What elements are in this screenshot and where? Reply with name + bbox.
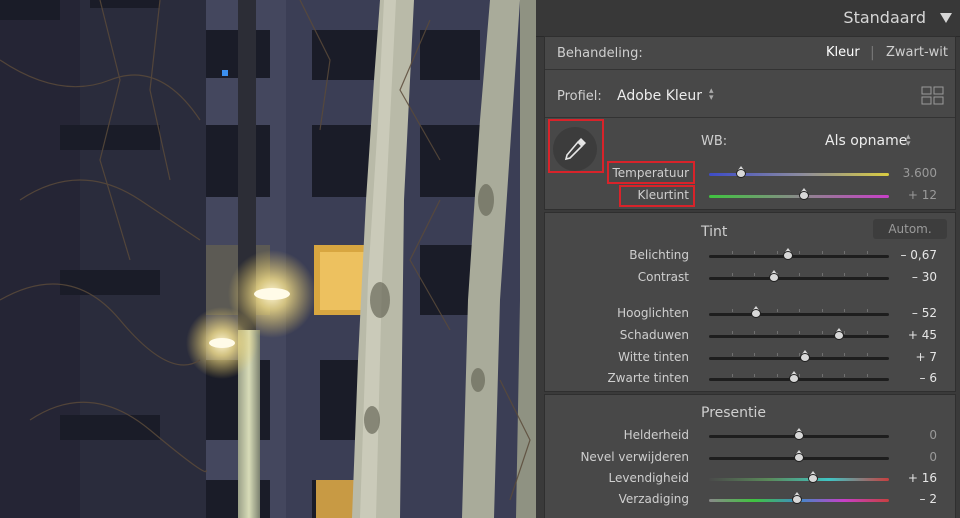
profile-label: Profiel: bbox=[557, 89, 602, 104]
slider-row-verzadiging: Verzadiging – 2 bbox=[545, 491, 955, 509]
slider-ticks bbox=[709, 273, 889, 276]
profile-select[interactable]: Adobe Kleur bbox=[617, 88, 702, 104]
presence-section: Presentie Helderheid 0 Nevel verwijderen 0 L… bbox=[544, 394, 956, 518]
tone-title: Tint bbox=[701, 224, 728, 240]
slider-track[interactable] bbox=[709, 248, 889, 260]
collapse-triangle-icon[interactable] bbox=[940, 13, 952, 23]
slider-row-zwarte-tinten: Zwarte tinten – 6 bbox=[545, 370, 955, 388]
slider-value[interactable]: 0 bbox=[929, 428, 937, 442]
wb-updown-icon[interactable]: ▴ ▾ bbox=[906, 133, 911, 149]
slider-value[interactable]: – 52 bbox=[912, 306, 937, 320]
slider-ticks bbox=[709, 331, 889, 334]
slider-value[interactable]: + 7 bbox=[915, 350, 937, 364]
treatment-bw-option[interactable]: Zwart-wit bbox=[886, 45, 948, 60]
temperature-highlight-box bbox=[607, 161, 695, 184]
slider-row-hooglichten: Hooglichten – 52 bbox=[545, 305, 955, 323]
slider-ticks bbox=[709, 309, 889, 312]
slider-track[interactable] bbox=[709, 492, 889, 504]
treatment-color-option[interactable]: Kleur bbox=[826, 45, 860, 60]
panel-title: Standaard bbox=[843, 8, 926, 27]
slider-value[interactable]: + 12 bbox=[908, 188, 937, 202]
panel-header[interactable]: Standaard bbox=[536, 0, 960, 37]
basic-section: Behandeling: Kleur | Zwart-wit Profiel: … bbox=[544, 36, 956, 210]
tone-section: Tint Autom. Belichting – 0,67 Contrast – 30… bbox=[544, 212, 956, 392]
slider-label: Nevel verwijderen bbox=[580, 450, 689, 464]
slider-ticks bbox=[709, 251, 889, 254]
develop-panel: Standaard Behandeling: Kleur | Zwart-wit… bbox=[536, 0, 960, 518]
slider-row-belichting: Belichting – 0,67 bbox=[545, 247, 955, 265]
tint-thumb[interactable] bbox=[799, 188, 810, 200]
photo-canvas bbox=[0, 0, 536, 518]
slider-thumb[interactable] bbox=[792, 492, 803, 504]
slider-track[interactable] bbox=[709, 270, 889, 282]
slider-track[interactable] bbox=[709, 471, 889, 483]
tint-highlight-box bbox=[619, 185, 695, 207]
slider-label: Levendigheid bbox=[608, 471, 689, 485]
slider-label: Witte tinten bbox=[618, 350, 689, 364]
photo-preview bbox=[0, 0, 536, 518]
slider-thumb[interactable] bbox=[783, 248, 794, 260]
slider-row-levendigheid: Levendigheid + 16 bbox=[545, 470, 955, 488]
profile-updown-icon[interactable]: ▴ ▾ bbox=[709, 87, 714, 103]
slider-thumb[interactable] bbox=[808, 471, 819, 483]
divider bbox=[545, 69, 955, 70]
wb-select[interactable]: Als opname bbox=[825, 133, 907, 149]
slider-value[interactable]: 3.600 bbox=[903, 166, 937, 180]
temperature-thumb[interactable] bbox=[736, 166, 747, 178]
slider-row-kleurtint: Kleurtint + 12 bbox=[545, 187, 955, 205]
slider-thumb[interactable] bbox=[788, 371, 799, 383]
slider-row-schaduwen: Schaduwen + 45 bbox=[545, 327, 955, 345]
slider-track[interactable] bbox=[709, 428, 889, 440]
wb-label: WB: bbox=[701, 134, 728, 149]
slider-thumb[interactable] bbox=[794, 450, 804, 462]
slider-value[interactable]: – 6 bbox=[920, 371, 937, 385]
slider-track[interactable] bbox=[709, 350, 889, 362]
slider-thumb[interactable] bbox=[800, 350, 811, 362]
slider-value[interactable]: + 16 bbox=[908, 471, 937, 485]
slider-value[interactable]: 0 bbox=[929, 450, 937, 464]
slider-label: Hooglichten bbox=[617, 306, 689, 320]
divider bbox=[545, 117, 955, 118]
slider-label: Contrast bbox=[637, 270, 689, 284]
slider-thumb[interactable] bbox=[750, 306, 761, 318]
tint-track[interactable] bbox=[709, 188, 889, 200]
slider-label: Schaduwen bbox=[619, 328, 689, 342]
slider-row-contrast: Contrast – 30 bbox=[545, 269, 955, 287]
slider-track[interactable] bbox=[709, 450, 889, 462]
slider-thumb[interactable] bbox=[768, 270, 779, 282]
slider-track[interactable] bbox=[709, 306, 889, 318]
treatment-separator: | bbox=[870, 45, 875, 61]
slider-ticks bbox=[709, 353, 889, 356]
slider-label: Verzadiging bbox=[618, 492, 689, 506]
slider-value[interactable]: – 2 bbox=[920, 492, 937, 506]
slider-row-nevel-verwijderen: Nevel verwijderen 0 bbox=[545, 449, 955, 467]
slider-value[interactable]: + 45 bbox=[908, 328, 937, 342]
slider-thumb[interactable] bbox=[833, 328, 844, 340]
temperature-track[interactable] bbox=[709, 166, 889, 178]
slider-row-helderheid: Helderheid 0 bbox=[545, 427, 955, 445]
slider-label: Belichting bbox=[629, 248, 689, 262]
slider-thumb[interactable] bbox=[794, 428, 804, 440]
presence-title: Presentie bbox=[701, 405, 767, 421]
profile-browser-grid-icon[interactable] bbox=[921, 86, 945, 106]
slider-value[interactable]: – 0,67 bbox=[900, 248, 937, 262]
treatment-label: Behandeling: bbox=[557, 46, 643, 61]
slider-ticks bbox=[709, 374, 889, 377]
slider-label: Helderheid bbox=[623, 428, 689, 442]
slider-track[interactable] bbox=[709, 371, 889, 383]
slider-row-witte-tinten: Witte tinten + 7 bbox=[545, 349, 955, 367]
slider-value[interactable]: – 30 bbox=[912, 270, 937, 284]
auto-tone-button[interactable]: Autom. bbox=[873, 219, 947, 239]
slider-track[interactable] bbox=[709, 328, 889, 340]
slider-label: Zwarte tinten bbox=[607, 371, 689, 385]
